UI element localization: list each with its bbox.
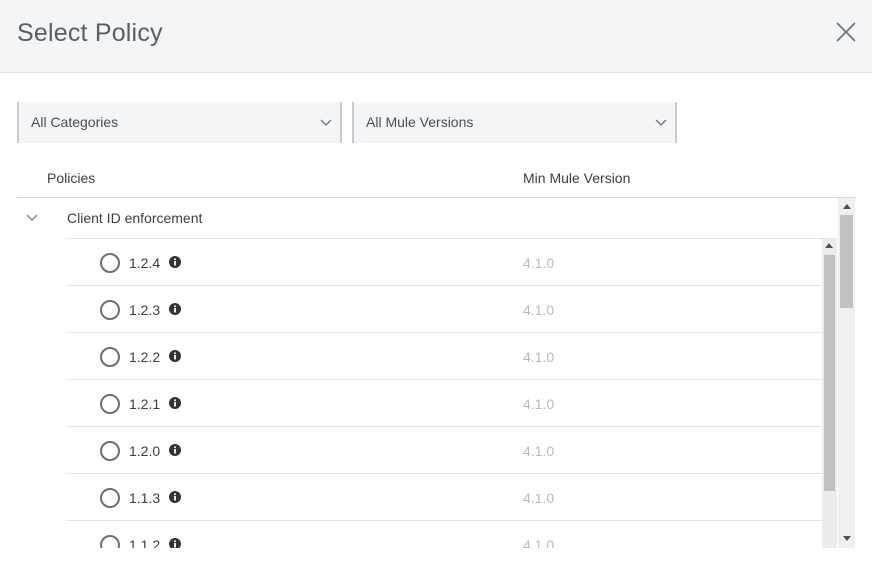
radio-button[interactable] bbox=[100, 347, 120, 367]
version-label: 1.2.1 bbox=[129, 396, 161, 412]
version-list-scroll-thumb[interactable] bbox=[824, 255, 835, 491]
version-list: 1.2.4 4.1.0 1.2.3 4.1.0 1.2.2 4.1.0 1.2.… bbox=[67, 239, 822, 548]
version-row[interactable]: 1.2.2 4.1.0 bbox=[67, 333, 822, 380]
chevron-down-icon bbox=[655, 119, 667, 126]
version-label: 1.1.3 bbox=[129, 490, 161, 506]
info-icon[interactable] bbox=[169, 256, 181, 268]
min-mule-version: 4.1.0 bbox=[523, 396, 555, 412]
close-icon[interactable] bbox=[834, 20, 858, 44]
min-mule-version: 4.1.0 bbox=[523, 255, 555, 271]
min-mule-version: 4.1.0 bbox=[523, 302, 555, 318]
version-label: 1.2.3 bbox=[129, 302, 161, 318]
scroll-up-arrow-icon[interactable] bbox=[843, 204, 851, 209]
radio-button[interactable] bbox=[100, 394, 120, 414]
policy-group-row[interactable]: Client ID enforcement bbox=[17, 198, 837, 239]
radio-button[interactable] bbox=[100, 535, 120, 548]
dialog-title: Select Policy bbox=[17, 19, 163, 47]
table-scrollbar[interactable] bbox=[838, 198, 855, 548]
version-row[interactable]: 1.2.3 4.1.0 bbox=[67, 286, 822, 333]
min-mule-version: 4.1.0 bbox=[523, 443, 555, 459]
radio-button[interactable] bbox=[100, 300, 120, 320]
table-header: Policies Min Mule Version bbox=[17, 160, 856, 198]
min-mule-version: 4.1.0 bbox=[523, 349, 555, 365]
version-row[interactable]: 1.2.1 4.1.0 bbox=[67, 380, 822, 427]
version-label: 1.2.0 bbox=[129, 443, 161, 459]
column-header-policies: Policies bbox=[47, 170, 96, 186]
version-list-scrollbar[interactable] bbox=[822, 239, 837, 548]
scroll-up-arrow-icon[interactable] bbox=[825, 243, 833, 248]
min-mule-version: 4.1.0 bbox=[523, 537, 555, 548]
radio-button[interactable] bbox=[100, 488, 120, 508]
mule-version-filter-value: All Mule Versions bbox=[366, 114, 474, 130]
info-icon[interactable] bbox=[169, 538, 181, 548]
chevron-down-icon[interactable] bbox=[25, 210, 39, 224]
radio-button[interactable] bbox=[100, 253, 120, 273]
category-filter-value: All Categories bbox=[31, 114, 119, 130]
version-row[interactable]: 1.1.2 4.1.0 bbox=[67, 521, 822, 548]
dialog-header: Select Policy bbox=[0, 0, 872, 73]
column-header-min-mule-version: Min Mule Version bbox=[523, 170, 631, 186]
version-label: 1.1.2 bbox=[129, 537, 161, 548]
table-scroll-thumb[interactable] bbox=[840, 215, 853, 308]
info-icon[interactable] bbox=[169, 397, 181, 409]
info-icon[interactable] bbox=[169, 444, 181, 456]
info-icon[interactable] bbox=[169, 303, 181, 315]
version-label: 1.2.4 bbox=[129, 255, 161, 271]
min-mule-version: 4.1.0 bbox=[523, 490, 555, 506]
scroll-down-arrow-icon[interactable] bbox=[843, 536, 851, 541]
version-row[interactable]: 1.1.3 4.1.0 bbox=[67, 474, 822, 521]
info-icon[interactable] bbox=[169, 491, 181, 503]
version-row[interactable]: 1.2.0 4.1.0 bbox=[67, 427, 822, 474]
version-label: 1.2.2 bbox=[129, 349, 161, 365]
category-filter-select[interactable]: All Categories bbox=[17, 102, 342, 143]
policy-group-name: Client ID enforcement bbox=[67, 210, 203, 226]
info-icon[interactable] bbox=[169, 350, 181, 362]
chevron-down-icon bbox=[320, 119, 332, 126]
mule-version-filter-select[interactable]: All Mule Versions bbox=[352, 102, 677, 143]
radio-button[interactable] bbox=[100, 441, 120, 461]
version-row[interactable]: 1.2.4 4.1.0 bbox=[67, 239, 822, 286]
